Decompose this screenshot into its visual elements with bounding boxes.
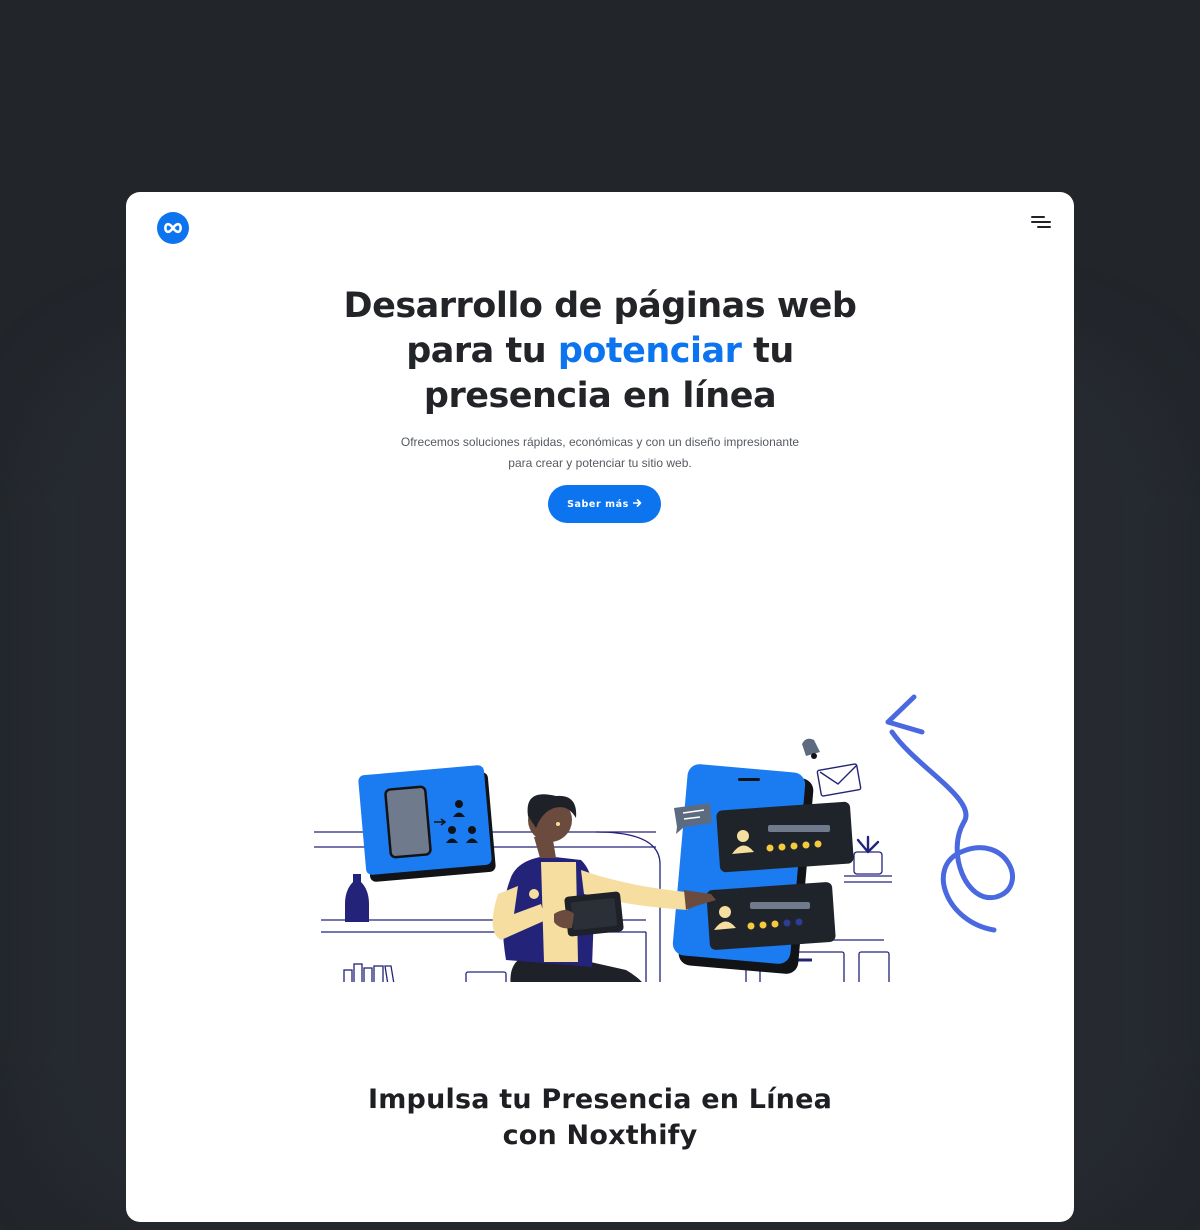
hero-title-accent: potenciar — [557, 331, 742, 371]
squiggle-arrow-icon — [885, 694, 1015, 933]
section-title: Impulsa tu Presencia en Línea con Noxthi… — [367, 1084, 833, 1151]
hero-subtitle: Ofrecemos soluciones rápidas, económicas… — [400, 435, 800, 470]
bell-icon — [802, 738, 820, 759]
envelope-icon — [816, 763, 862, 797]
review-card-bottom — [706, 882, 836, 950]
vase — [345, 874, 369, 922]
logo[interactable] — [157, 212, 189, 244]
page-card: Desarrollo de páginas web para tu potenc… — [126, 192, 1074, 1222]
review-card-top — [716, 801, 854, 873]
hero-illustration — [314, 694, 1015, 982]
left-screen — [358, 765, 496, 882]
plant-icon — [853, 835, 883, 875]
infinity-icon — [164, 222, 182, 234]
hero-title: Desarrollo de páginas web para tu potenc… — [340, 284, 860, 419]
hamburger-menu-icon[interactable] — [1031, 214, 1053, 232]
